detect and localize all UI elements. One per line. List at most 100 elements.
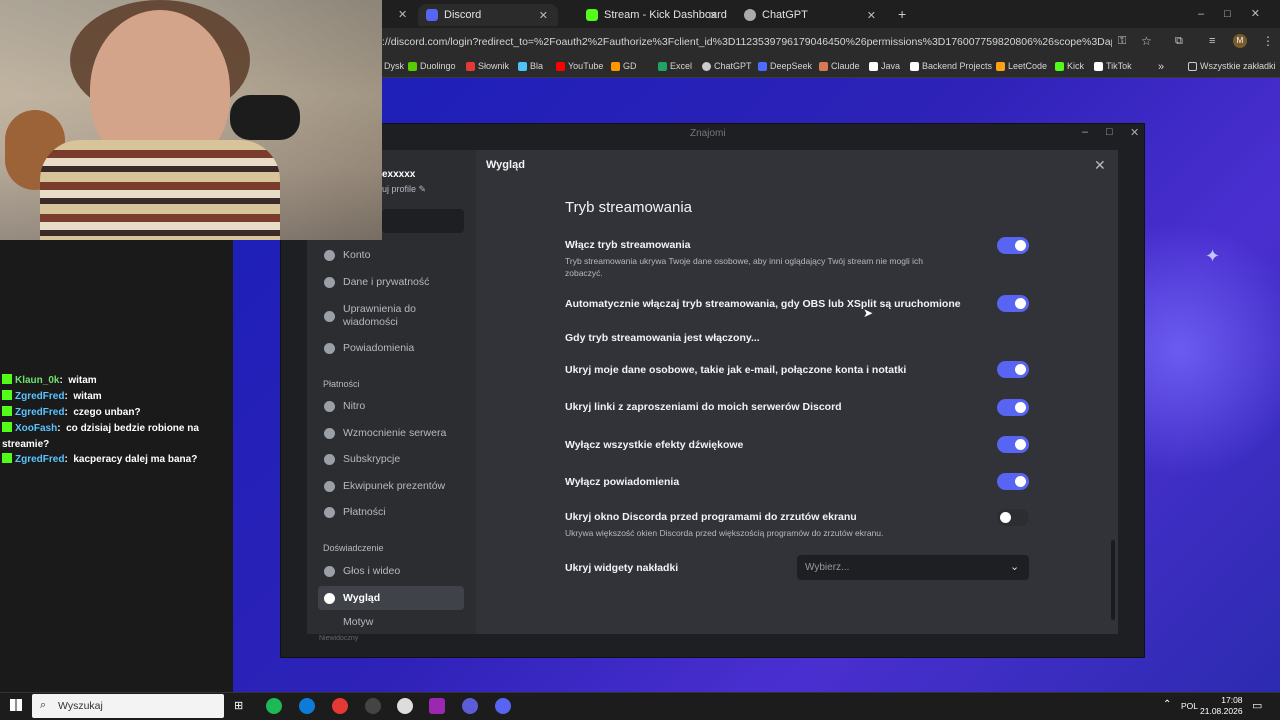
bookmark-item[interactable]: ChatGPT — [702, 61, 752, 71]
bookmark-item[interactable]: Claude — [819, 61, 860, 71]
chatgpt-icon — [744, 9, 756, 21]
chevron-up-icon[interactable]: ⌃ — [1163, 699, 1171, 710]
close-tab-icon[interactable]: ✕ — [867, 9, 876, 22]
more-bookmarks-button[interactable]: » — [1158, 61, 1164, 73]
sidebar-item-privacy[interactable]: Dane i prywatność — [318, 270, 464, 294]
disable-sounds-toggle[interactable] — [997, 436, 1029, 453]
content-scrollbar[interactable] — [1111, 540, 1115, 620]
sidebar-item-server-boost[interactable]: Wzmocnienie serwera — [318, 421, 464, 445]
discord-icon — [426, 9, 438, 21]
settings-search-input[interactable] — [382, 209, 464, 233]
app-icon[interactable] — [429, 698, 445, 714]
menu-icon[interactable]: ⋮ — [1262, 34, 1274, 48]
clock[interactable]: 17:08 21.08.2026 — [1200, 695, 1243, 717]
bookmark-item[interactable]: Excel — [658, 61, 692, 71]
key-icon[interactable]: ⚿ — [1118, 35, 1126, 48]
bookmark-item[interactable]: Java — [869, 61, 900, 71]
task-view-icon[interactable]: ⊞ — [234, 699, 243, 712]
edit-profile-link[interactable]: uj profile ✎ — [382, 184, 426, 195]
user-icon — [324, 249, 335, 261]
bookmark-item[interactable]: DeepSeek — [758, 61, 812, 71]
spotify-icon[interactable] — [266, 698, 282, 714]
sidebar-section-experience: Doświadczenie — [323, 543, 384, 553]
sidebar-item-appearance[interactable]: Wygląd — [318, 586, 464, 610]
lock-icon — [324, 310, 335, 322]
sidebar-item-voice-video[interactable]: Głos i wideo — [318, 559, 464, 583]
bookmark-item[interactable]: TikTok — [1094, 61, 1132, 71]
overlay-widgets-select[interactable]: Wybierz... — [797, 555, 1029, 580]
section-title: Tryb streamowania — [565, 199, 692, 216]
star-icon[interactable]: ☆ — [1141, 34, 1152, 48]
disable-notifications-toggle[interactable] — [997, 473, 1029, 490]
discord-icon[interactable] — [495, 698, 511, 714]
profile-avatar[interactable]: M — [1233, 34, 1247, 48]
boost-icon — [324, 427, 335, 439]
close-tab-icon[interactable]: ✕ — [539, 9, 548, 22]
hide-invite-links-toggle[interactable] — [997, 399, 1029, 416]
bla-icon — [518, 61, 527, 71]
gift-icon — [324, 480, 335, 492]
window-controls[interactable]: –□✕ — [1198, 7, 1280, 20]
chrome-icon[interactable] — [332, 698, 348, 714]
reading-list-icon[interactable]: ≡ — [1209, 35, 1215, 47]
bookmark-item[interactable]: Bla — [518, 61, 543, 71]
search-icon: ⌕ — [40, 699, 47, 711]
app-icon[interactable] — [397, 698, 413, 714]
chevron-down-icon: ⌄ — [1010, 561, 1020, 573]
taskbar-search-input[interactable]: Wyszukaj — [32, 694, 224, 718]
bookmark-item[interactable]: Dysk — [384, 61, 404, 71]
app-icon[interactable] — [462, 698, 478, 714]
all-bookmarks-folder[interactable]: Wszystkie zakładki — [1188, 61, 1276, 71]
enable-streamer-mode-toggle[interactable] — [997, 237, 1029, 254]
sidebar-item-subscriptions[interactable]: Subskrypcje — [318, 447, 464, 471]
sidebar-item-notifications[interactable]: Powiadomienia — [318, 336, 464, 360]
extensions-icon[interactable]: ⧉ — [1175, 35, 1183, 48]
edge-icon[interactable] — [299, 698, 315, 714]
bookmark-item[interactable]: Kick — [1055, 61, 1084, 71]
bookmark-item[interactable]: YouTube — [556, 61, 603, 71]
enable-streamer-mode-description: Tryb streamowania ukrywa Twoje dane osob… — [565, 256, 923, 278]
palette-icon — [324, 592, 335, 604]
windows-start-icon[interactable] — [10, 699, 22, 711]
username: exxxxx — [382, 169, 416, 180]
sidebar-item-message-permissions[interactable]: Uprawnienia do wiadomości — [318, 300, 464, 332]
bookmark-item[interactable]: Backend Projects — [910, 61, 992, 71]
close-settings-icon[interactable]: ✕ — [1094, 157, 1106, 174]
window-title: Znajomi — [690, 128, 726, 139]
hide-window-toggle[interactable] — [997, 509, 1029, 526]
auto-streamer-mode-label: Automatycznie włączaj tryb streamowania,… — [565, 298, 961, 310]
close-tab-icon[interactable]: ✕ — [398, 8, 407, 21]
hide-personal-info-toggle[interactable] — [997, 361, 1029, 378]
bookmark-item[interactable]: Słownik — [466, 61, 509, 71]
sidebar-item-gift-inventory[interactable]: Ekwipunek prezentów — [318, 474, 464, 498]
bookmark-item[interactable]: Duolingo — [408, 61, 456, 71]
microphone — [230, 95, 300, 140]
tab-chatgpt[interactable]: ChatGPT ✕ — [736, 4, 886, 26]
tab-discord[interactable]: Discord ✕ — [418, 4, 558, 26]
minimize-button[interactable]: – — [1082, 126, 1088, 138]
folder-icon — [1188, 61, 1197, 71]
notification-icon[interactable]: ▭ — [1252, 699, 1262, 712]
url-field[interactable]: ://discord.com/login?redirect_to=%2Foaut… — [382, 36, 1112, 48]
excel-icon — [658, 61, 667, 71]
maximize-button[interactable]: □ — [1106, 126, 1113, 138]
backend-projects-icon — [910, 61, 919, 71]
java-icon — [869, 61, 878, 71]
hide-overlay-widgets-label: Ukryj widgety nakładki — [565, 562, 679, 574]
sidebar-item-billing[interactable]: Płatności — [318, 500, 464, 524]
obs-icon[interactable] — [365, 698, 381, 714]
tab-kick-dashboard[interactable]: Stream - Kick Dashboard ✕ — [578, 4, 728, 26]
bookmark-item[interactable]: LeetCode — [996, 61, 1047, 71]
sidebar-item-nitro[interactable]: Nitro — [318, 394, 464, 418]
new-tab-button[interactable]: + — [898, 6, 906, 22]
chat-message: ZgredFred: kacperacy dalej ma bana? — [2, 452, 230, 468]
sidebar-item-theme[interactable]: Motyw — [318, 610, 464, 634]
status-text: Niewidoczny — [319, 635, 359, 642]
bookmark-item[interactable]: GD — [611, 61, 637, 71]
auto-streamer-mode-toggle[interactable] — [997, 295, 1029, 312]
close-window-button[interactable]: ✕ — [1130, 126, 1139, 139]
sidebar-item-konto[interactable]: Konto — [318, 243, 464, 267]
kick-badge-icon — [2, 406, 12, 416]
close-tab-icon[interactable]: ✕ — [709, 9, 718, 22]
language-indicator[interactable]: POL — [1181, 701, 1198, 711]
